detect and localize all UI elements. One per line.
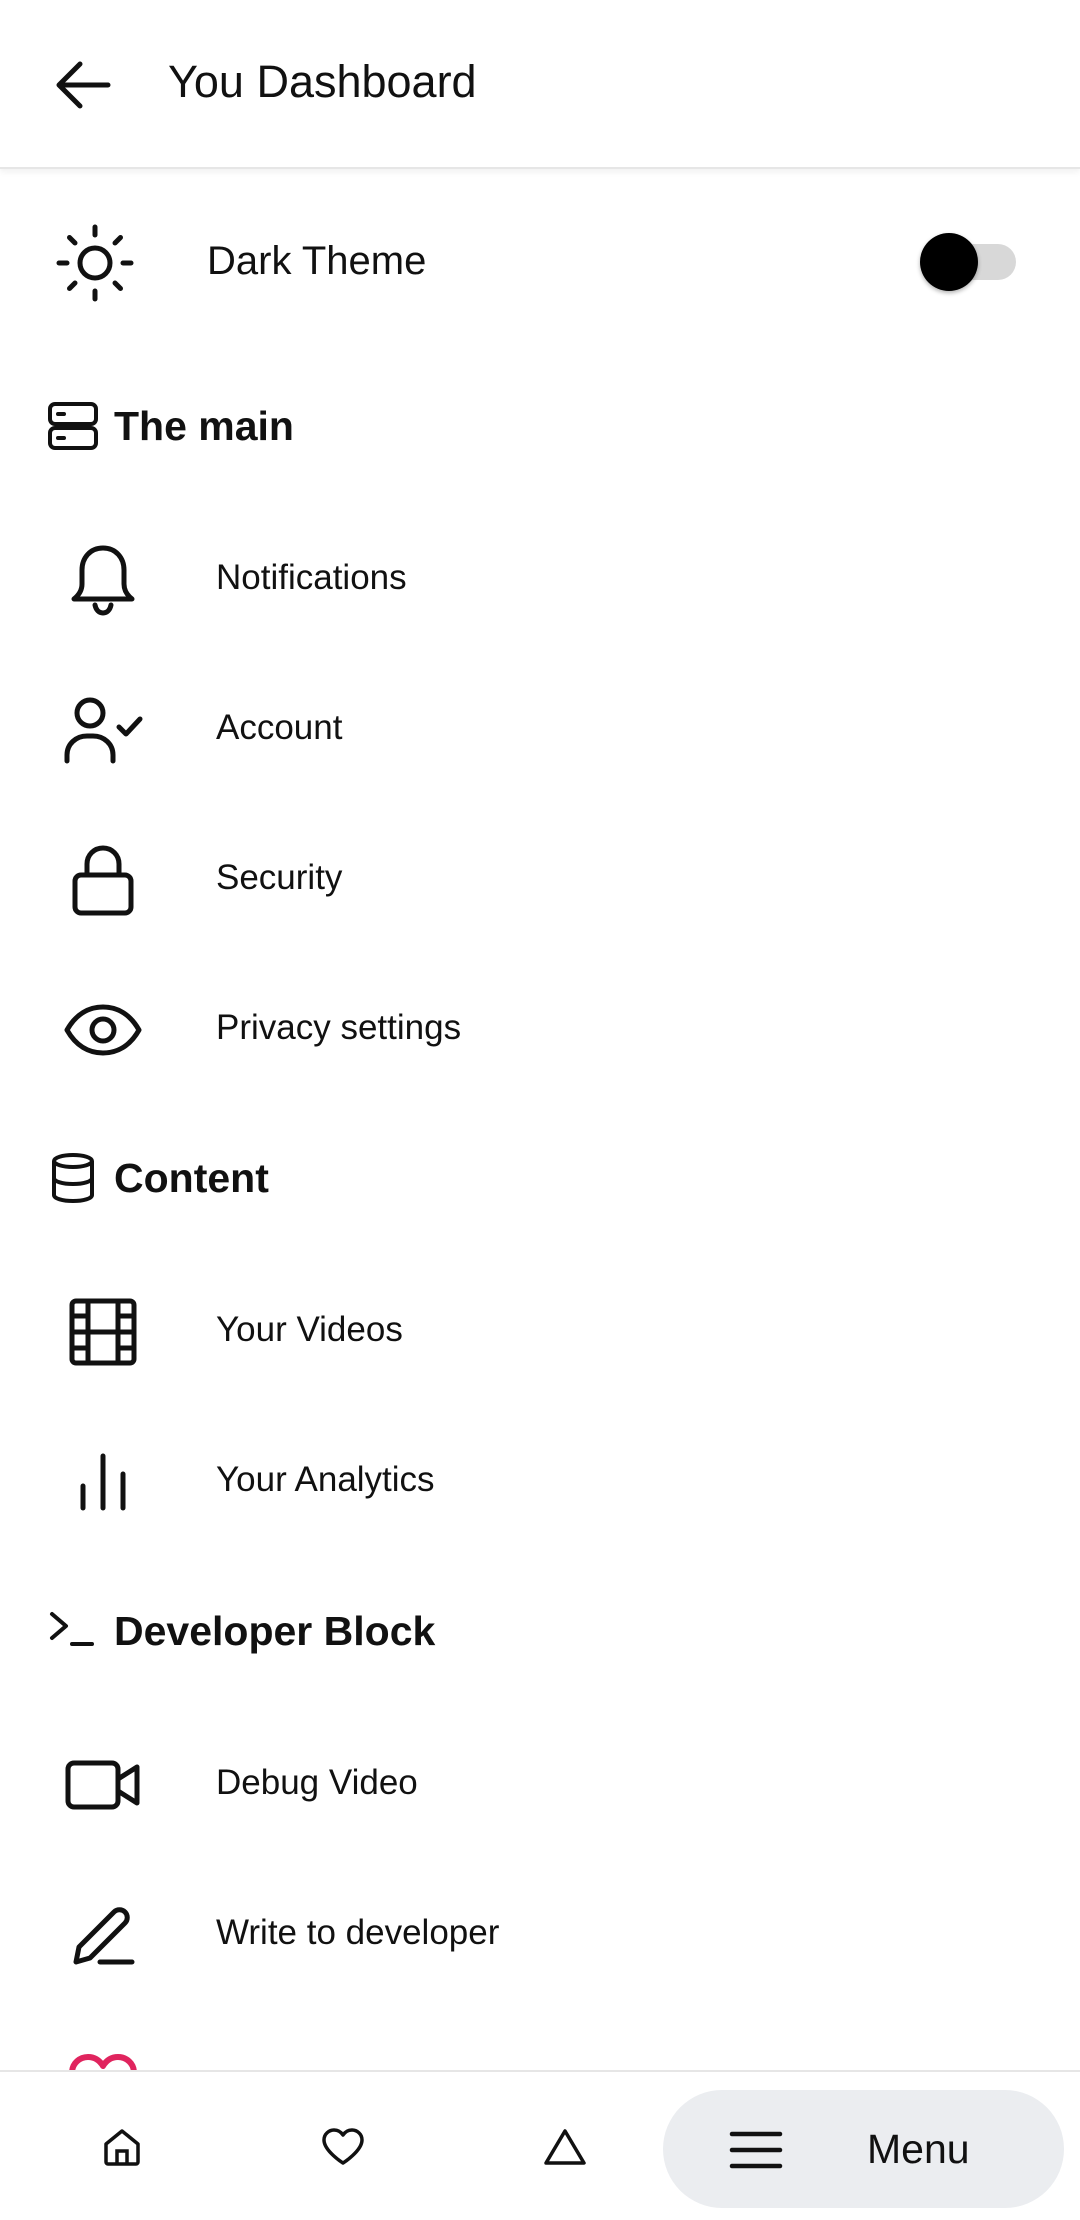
nav-home-button[interactable]: [77, 2107, 167, 2187]
server-icon: [46, 399, 100, 453]
user-check-icon: [60, 692, 145, 767]
section-header-content: Content: [0, 1137, 1080, 1217]
menu-item-label: Your Videos: [216, 1310, 403, 1349]
menu-item-your-videos[interactable]: Your Videos: [0, 1269, 1080, 1389]
menu-item-privacy-settings[interactable]: Privacy settings: [0, 967, 1080, 1087]
section-header-developer: Developer Block: [0, 1590, 1080, 1670]
menu-item-account[interactable]: Account: [0, 667, 1080, 787]
menu-item-support[interactable]: [0, 2022, 1080, 2071]
video-camera-icon: [60, 1747, 145, 1822]
section-title: Developer Block: [114, 1608, 436, 1654]
top-app-bar: You Dashboard: [0, 0, 1080, 169]
hamburger-menu-icon: [728, 2122, 784, 2178]
nav-explore-button[interactable]: [520, 2107, 610, 2187]
dark-theme-toggle[interactable]: [920, 233, 1016, 291]
menu-item-label: Debug Video: [216, 1763, 418, 1802]
menu-item-security[interactable]: Security: [0, 817, 1080, 937]
page-title: You Dashboard: [168, 56, 477, 107]
menu-item-label: Privacy settings: [216, 1008, 462, 1047]
dark-theme-label: Dark Theme: [207, 239, 427, 283]
section-title: Content: [114, 1155, 269, 1201]
triangle-icon: [543, 2127, 587, 2167]
back-button[interactable]: [38, 42, 128, 128]
sun-icon: [55, 223, 135, 303]
arrow-left-icon: [54, 60, 112, 110]
menu-item-label: Account: [216, 708, 343, 747]
menu-item-debug-video[interactable]: Debug Video: [0, 1722, 1080, 1842]
bell-icon: [60, 542, 145, 617]
menu-item-label: Notifications: [216, 558, 407, 597]
section-header-main: The main: [0, 385, 1080, 465]
bottom-navigation: Menu: [0, 2070, 1080, 2220]
film-icon: [60, 1294, 145, 1369]
dark-theme-row[interactable]: Dark Theme: [0, 211, 1080, 311]
heart-icon: [60, 2047, 145, 2071]
bar-chart-icon: [60, 1444, 145, 1519]
menu-item-notifications[interactable]: Notifications: [0, 517, 1080, 637]
menu-item-your-analytics[interactable]: Your Analytics: [0, 1419, 1080, 1539]
menu-button[interactable]: Menu: [663, 2090, 1064, 2208]
menu-label: Menu: [867, 2126, 970, 2172]
nav-favorites-button[interactable]: [298, 2107, 388, 2187]
database-icon: [46, 1151, 100, 1205]
home-icon: [102, 2127, 142, 2167]
heart-icon: [321, 2127, 365, 2167]
menu-item-label: Write to developer: [216, 1913, 500, 1952]
toggle-thumb: [920, 233, 978, 291]
lock-icon: [60, 842, 145, 917]
menu-item-write-to-developer[interactable]: Write to developer: [0, 1872, 1080, 1992]
menu-item-label: Your Analytics: [216, 1460, 435, 1499]
menu-item-label: Security: [216, 858, 343, 897]
eye-icon: [60, 992, 145, 1067]
settings-list[interactable]: Dark Theme The main Notifications Accoun…: [0, 171, 1080, 2071]
pencil-icon: [60, 1897, 145, 1972]
section-title: The main: [114, 403, 294, 449]
terminal-icon: [46, 1604, 100, 1658]
